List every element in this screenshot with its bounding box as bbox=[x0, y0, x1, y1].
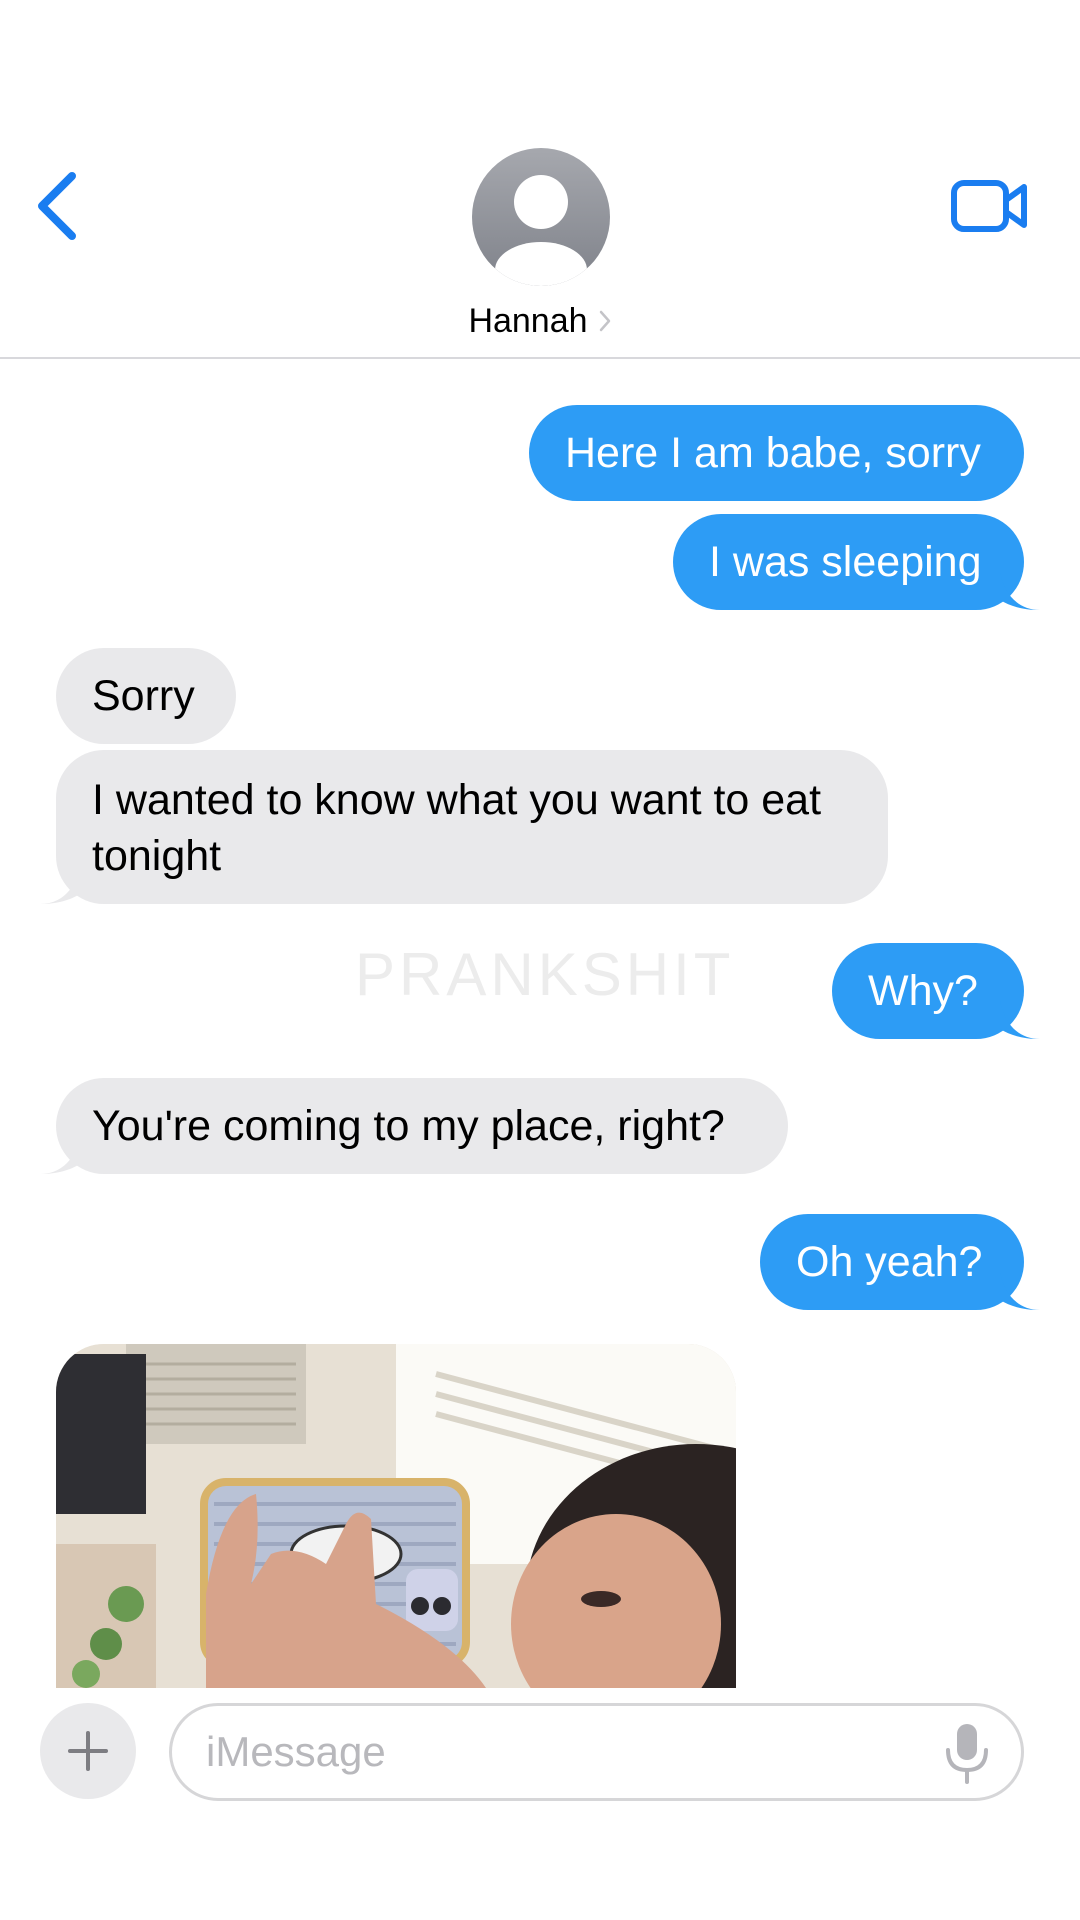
message-bubble-received[interactable]: Sorry bbox=[56, 648, 236, 744]
conversation-header: Hannah bbox=[0, 0, 1080, 359]
contact-name: Hannah bbox=[468, 301, 588, 340]
back-button[interactable] bbox=[34, 166, 84, 246]
header-divider bbox=[0, 357, 1080, 359]
video-call-button[interactable] bbox=[950, 178, 1030, 236]
received-bubble-tail bbox=[40, 1136, 80, 1174]
message-bubble-sent[interactable]: Why? bbox=[832, 943, 1024, 1039]
message-bubble-sent[interactable]: I was sleeping bbox=[673, 514, 1024, 610]
message-bubble-sent[interactable]: Here I am babe, sorry bbox=[529, 405, 1024, 501]
message-input[interactable] bbox=[206, 1706, 906, 1798]
photo-image bbox=[56, 1344, 736, 1688]
received-bubble-tail bbox=[40, 866, 80, 904]
message-input-container bbox=[169, 1703, 1024, 1801]
sent-bubble-tail bbox=[1000, 572, 1040, 610]
message-bubble-sent[interactable]: Oh yeah? bbox=[760, 1214, 1024, 1310]
person-placeholder-icon bbox=[495, 175, 587, 286]
message-bubble-received[interactable]: You're coming to my place, right? bbox=[56, 1078, 788, 1174]
microphone-icon bbox=[946, 1724, 988, 1784]
contact-name-button[interactable]: Hannah bbox=[440, 296, 640, 346]
photo-attachment[interactable] bbox=[56, 1344, 736, 1688]
contact-avatar[interactable] bbox=[472, 148, 610, 286]
watermark: PRANKSHIT bbox=[355, 941, 735, 1008]
sent-bubble-tail bbox=[1000, 1001, 1040, 1039]
video-camera-icon bbox=[951, 180, 1027, 232]
dictation-button[interactable] bbox=[942, 1722, 992, 1784]
apps-plus-button[interactable] bbox=[40, 1703, 136, 1799]
plus-icon bbox=[68, 1731, 108, 1771]
message-bubble-received[interactable]: I wanted to know what you want to eat to… bbox=[56, 750, 888, 904]
chevron-left-icon bbox=[38, 172, 76, 240]
sent-bubble-tail bbox=[1000, 1272, 1040, 1310]
chevron-right-icon bbox=[599, 310, 610, 332]
